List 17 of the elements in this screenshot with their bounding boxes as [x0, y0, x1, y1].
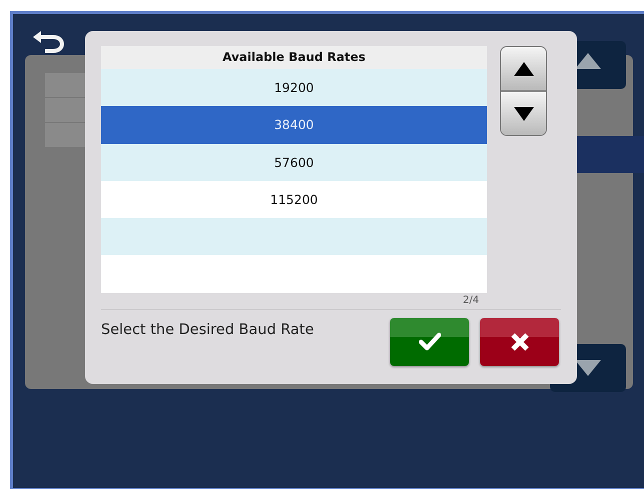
back-arrow-icon[interactable]	[31, 28, 67, 54]
page-indicator: 2/4	[462, 295, 479, 306]
close-icon	[508, 331, 530, 353]
list-item[interactable]: 38400	[101, 106, 487, 144]
list-header: Available Baud Rates	[101, 46, 487, 69]
cancel-button[interactable]	[480, 318, 559, 366]
scroll-up-button[interactable]	[501, 47, 546, 92]
up-triangle-icon	[575, 53, 601, 69]
prompt-text: Select the Desired Baud Rate	[101, 322, 314, 338]
checkmark-icon	[418, 331, 440, 353]
down-triangle-icon	[575, 360, 601, 376]
scroll-down-button[interactable]	[501, 92, 546, 135]
confirm-button[interactable]	[390, 318, 469, 366]
list-item[interactable]: 19200	[101, 69, 487, 106]
up-triangle-icon	[514, 62, 534, 76]
down-triangle-icon	[514, 106, 534, 120]
list-item[interactable]: 57600	[101, 144, 487, 181]
